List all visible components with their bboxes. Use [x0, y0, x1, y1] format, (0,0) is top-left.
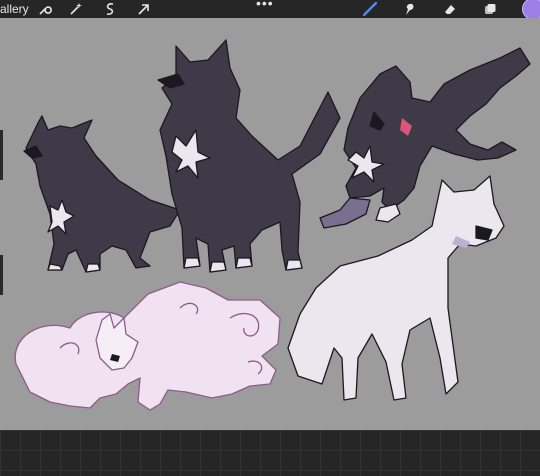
magic-wand-icon[interactable] [67, 0, 85, 18]
canvas-artwork [14, 39, 531, 411]
bottom-grid-area [0, 430, 540, 476]
black-smoke-wolf [319, 47, 531, 229]
layers-icon[interactable] [481, 0, 499, 18]
eraser-icon[interactable] [441, 0, 459, 18]
black-wolf-small [23, 115, 181, 273]
top-toolbar: allery ••• [0, 0, 540, 20]
gallery-button[interactable]: allery [0, 1, 29, 17]
transform-arrow-icon[interactable] [135, 0, 153, 18]
pink-cloud-wolf [14, 281, 281, 411]
more-options-icon[interactable]: ••• [256, 0, 274, 11]
wrench-icon[interactable] [36, 0, 54, 18]
color-swatch[interactable] [522, 0, 540, 20]
black-wolf-standing [157, 39, 341, 273]
selection-icon[interactable] [101, 0, 119, 18]
brush-icon[interactable] [361, 0, 379, 18]
smudge-icon[interactable] [400, 0, 418, 18]
